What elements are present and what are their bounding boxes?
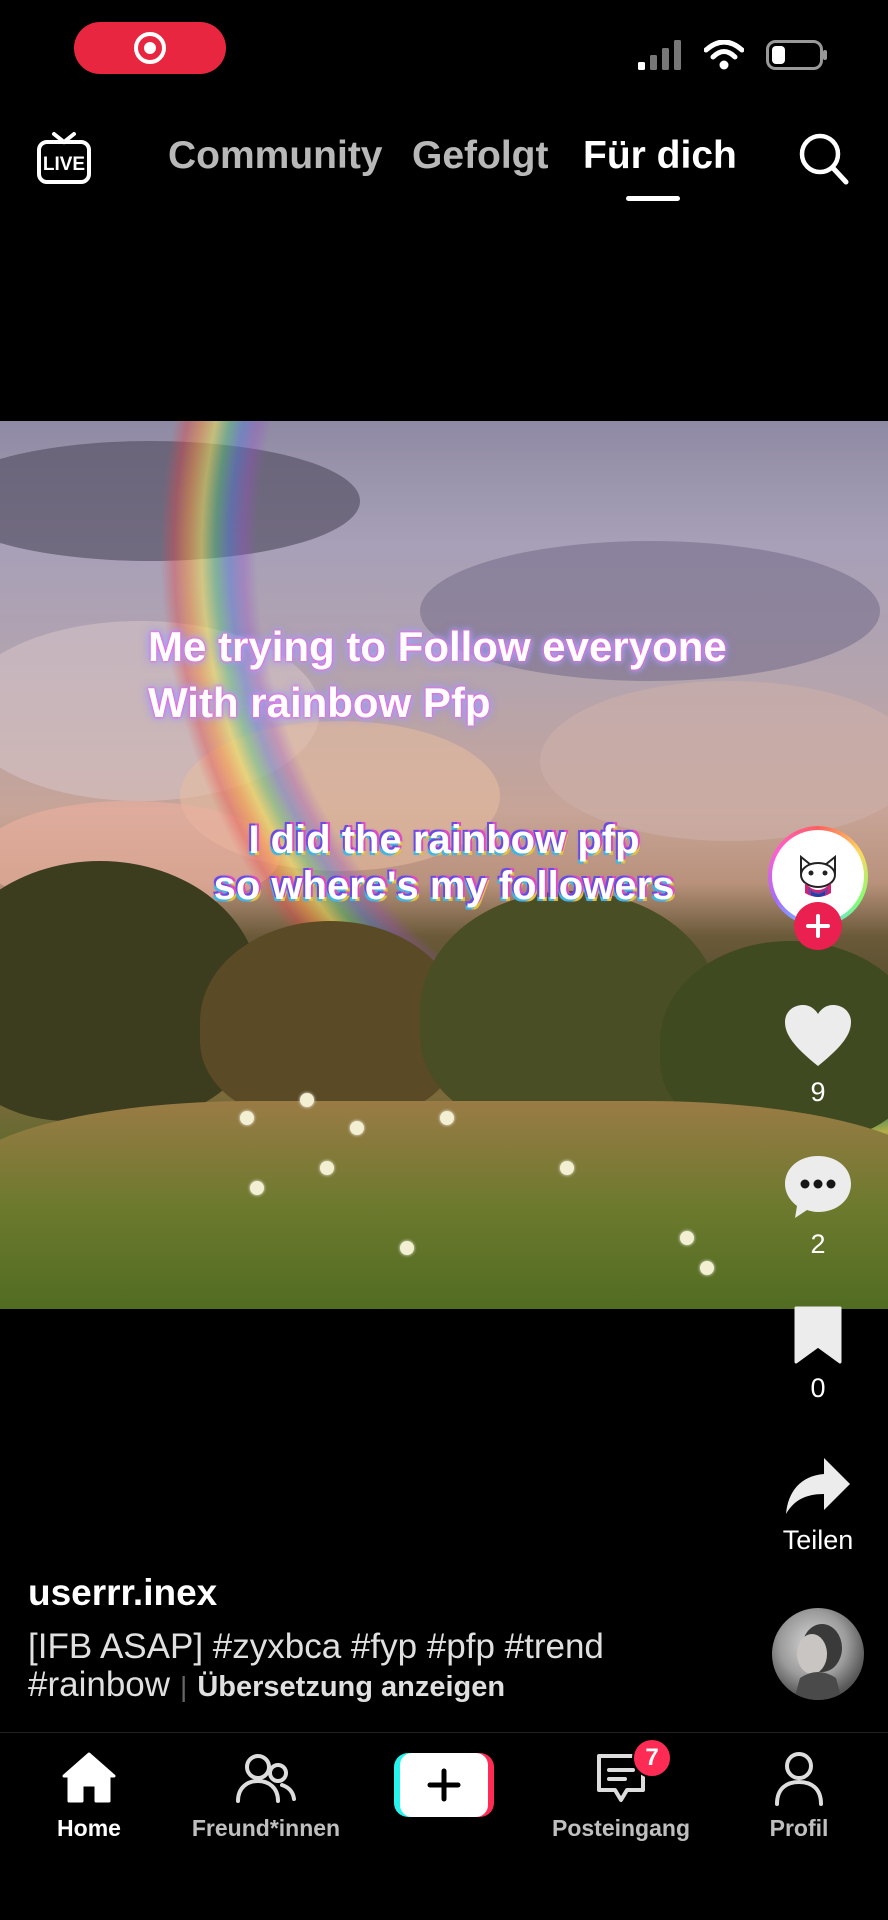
signal-icon	[638, 40, 681, 70]
tab-community[interactable]: Community	[168, 134, 383, 178]
status-icons	[638, 40, 828, 70]
comment-count: 2	[810, 1229, 826, 1259]
video-overlay-line2: so where's my followers	[213, 864, 675, 908]
flower	[700, 1261, 714, 1275]
search-icon	[799, 133, 849, 185]
sound-disc[interactable]	[772, 1608, 864, 1700]
share-label: Teilen	[782, 1525, 854, 1555]
share-button[interactable]: Teilen	[768, 1456, 868, 1556]
nav-friends[interactable]: Freund*innen	[181, 1747, 351, 1842]
separator: |	[180, 1671, 188, 1702]
screen-recording-indicator[interactable]	[74, 22, 226, 74]
share-icon	[786, 1458, 850, 1514]
flower	[400, 1241, 414, 1255]
nav-home-label: Home	[57, 1815, 121, 1841]
nav-home[interactable]: Home	[4, 1747, 174, 1842]
home-icon	[62, 1752, 116, 1803]
video-caption: Me trying to Follow everyone With rainbo…	[148, 619, 727, 731]
profile-portrait-icon	[794, 1624, 842, 1700]
flower	[560, 1161, 574, 1175]
video-caption-line2: With rainbow Pfp	[148, 679, 491, 726]
flower	[250, 1181, 264, 1195]
active-tab-indicator	[626, 196, 680, 201]
video-caption-line1: Me trying to Follow everyone	[148, 623, 727, 670]
bookmark-button[interactable]: 0	[768, 1306, 868, 1404]
live-icon: LIVE	[37, 132, 91, 184]
wifi-icon	[704, 40, 744, 70]
top-navigation: LIVE Community Gefolgt Für dich	[0, 120, 888, 201]
flower	[240, 1111, 254, 1125]
comment-button[interactable]: 2	[768, 1154, 868, 1260]
flower	[300, 1093, 314, 1107]
create-button[interactable]	[394, 1753, 494, 1817]
flower	[320, 1161, 334, 1175]
follow-button[interactable]	[794, 902, 842, 950]
bookmark-count: 0	[810, 1373, 826, 1403]
flower	[440, 1111, 454, 1125]
nav-inbox[interactable]: Posteingang	[536, 1747, 706, 1842]
post-username[interactable]: userrr.inex	[28, 1572, 217, 1614]
bottom-navigation: Home Freund*innen Posteingang Profil	[0, 1732, 888, 1920]
like-button[interactable]: 9	[768, 1004, 868, 1108]
nav-inbox-label: Posteingang	[551, 1815, 690, 1841]
live-button[interactable]: LIVE	[36, 130, 92, 188]
video-overlay-text: I did the rainbow pfp so where's my foll…	[0, 817, 888, 909]
plus-icon	[806, 914, 830, 938]
bookmark-icon	[794, 1306, 842, 1364]
flower	[680, 1231, 694, 1245]
friends-icon	[236, 1754, 296, 1803]
tab-for-you[interactable]: Für dich	[583, 134, 737, 178]
like-count: 9	[810, 1077, 826, 1107]
video-overlay-line1: I did the rainbow pfp	[248, 818, 640, 862]
search-button[interactable]	[796, 130, 850, 186]
nav-profile-label: Profil	[769, 1815, 829, 1841]
record-icon	[134, 32, 166, 64]
heart-icon	[785, 1005, 851, 1066]
post-description: [IFB ASAP] #zyxbca #fyp #pfp #trend #rai…	[28, 1628, 748, 1706]
cat-avatar-icon	[800, 854, 836, 897]
nav-friends-label: Freund*innen	[191, 1815, 341, 1841]
comment-icon	[785, 1156, 851, 1218]
inbox-badge: 7	[632, 1738, 672, 1778]
profile-icon	[775, 1752, 823, 1806]
flower	[350, 1121, 364, 1135]
video-player[interactable]: Me trying to Follow everyone With rainbo…	[0, 421, 888, 1309]
plus-icon	[427, 1768, 461, 1802]
meadow	[0, 1101, 888, 1309]
battery-icon	[766, 40, 827, 70]
tab-following[interactable]: Gefolgt	[412, 134, 548, 178]
nav-profile[interactable]: Profil	[714, 1747, 884, 1842]
translate-link[interactable]: Übersetzung anzeigen	[197, 1671, 505, 1703]
svg-text:LIVE: LIVE	[43, 154, 85, 175]
